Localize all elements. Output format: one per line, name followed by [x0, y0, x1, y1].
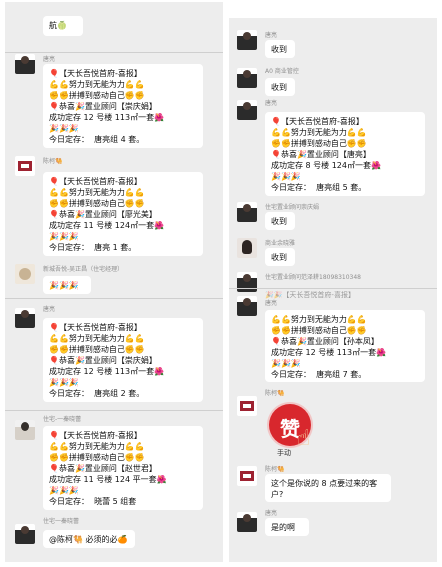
message-bubble[interactable]: 是的啊 。: [265, 518, 309, 536]
right-chat-column: 唐亮 收到 A0 商业管控 收到 唐亮 🎈【天长吾悦首府-喜报】 💪💪努力到无能…: [229, 18, 437, 562]
user-avatar[interactable]: [15, 156, 35, 176]
sender-name: 唐亮: [265, 100, 278, 107]
user-avatar[interactable]: [237, 202, 257, 222]
user-avatar[interactable]: [15, 54, 35, 74]
sender-name: 住宅一秦晓蕾: [43, 518, 80, 525]
user-avatar[interactable]: [237, 466, 257, 486]
user-avatar[interactable]: [237, 100, 257, 120]
left-chat-column: 航🍈 唐亮 🎈【天长吾悦首府-喜报】 💪💪努力到无能为力💪💪 ✊✊拼搏到感动自己…: [5, 2, 223, 562]
user-avatar[interactable]: [237, 30, 257, 50]
screenshot-divider: [229, 288, 437, 289]
sender-name: 唐亮: [265, 510, 278, 517]
partial-message-header: 🎉🎉【天长吾悦首府-喜报】: [265, 291, 355, 299]
sender-name: 唐亮: [43, 306, 56, 313]
message-bubble[interactable]: 💪💪努力到无能为力💪💪 ✊✊拼搏到感动自己✊✊ 🎈恭喜🎉置业顾问【孙本凤】 成功…: [265, 310, 425, 382]
sender-name: 陈柯🐫: [265, 466, 285, 473]
message-bubble[interactable]: 🎉🎉🎉: [43, 276, 91, 294]
sender-name: 住宅-一秦晓蕾: [43, 416, 82, 423]
message-bubble[interactable]: 🎈【天长吾悦首府-喜报】 💪💪努力到无能为力💪💪 ✊✊拼搏到感动自己✊✊ 🎈恭喜…: [43, 64, 203, 148]
message-bubble[interactable]: 收到: [265, 212, 295, 230]
user-avatar[interactable]: [237, 238, 257, 258]
sender-name: 住宅置业顾问崇庆娟: [265, 204, 320, 211]
sender-name: 新城吾悦-吴正昌（住宅经理）: [43, 266, 124, 273]
message-bubble[interactable]: 这个是你说的 8 点要过来的客 户?: [265, 474, 391, 502]
partial-message-bubble: 航🍈: [43, 16, 83, 36]
user-avatar[interactable]: [237, 272, 257, 292]
message-bubble[interactable]: 收到: [265, 40, 295, 58]
thumbs-up-sticker[interactable]: ☝ 手动: [263, 400, 333, 462]
sender-name: A0 商业管控: [265, 68, 299, 75]
user-avatar[interactable]: [237, 512, 257, 532]
message-bubble[interactable]: 🎈【天长吾悦首府-喜报】 💪💪努力到无能为力💪💪 ✊✊拼搏到感动自己✊✊ 🎈恭喜…: [43, 172, 203, 256]
left-screenshot-1: 航🍈: [5, 2, 223, 52]
sender-name: 住宅置业顾问范泽耕18098310348: [265, 274, 361, 281]
user-avatar[interactable]: [15, 524, 35, 544]
message-bubble[interactable]: 收到: [265, 78, 295, 96]
message-bubble[interactable]: 收到: [265, 248, 295, 266]
message-bubble[interactable]: 🎈【天长吾悦首府-喜报】 💪💪努力到无能为力💪💪 ✊✊拼搏到感动自己✊✊ 🎈恭喜…: [43, 426, 203, 510]
sender-name: 唐亮: [43, 56, 56, 63]
message-bubble[interactable]: 🎈【天长吾悦首府-喜报】 💪💪努力到无能为力💪💪 ✊✊拼搏到感动自己✊✊ 🎈恭喜…: [43, 318, 203, 402]
user-avatar[interactable]: [15, 264, 35, 284]
pointing-hand-icon: ☝: [297, 426, 311, 451]
sender-name: 商业余晓雅: [265, 240, 296, 247]
user-avatar[interactable]: [15, 308, 35, 328]
user-avatar[interactable]: [237, 296, 257, 316]
sender-name: 陈柯🐫: [265, 390, 285, 397]
chat-collage: 航🍈 唐亮 🎈【天长吾悦首府-喜报】 💪💪努力到无能为力💪💪 ✊✊拼搏到感动自己…: [0, 0, 442, 567]
message-bubble[interactable]: 🎈【天长吾悦首府-喜报】 💪💪努力到无能为力💪💪 ✊✊拼搏到感动自己✊✊ 🎈恭喜…: [265, 112, 425, 196]
screenshot-divider: [5, 298, 223, 299]
user-avatar[interactable]: [15, 420, 35, 440]
sticker-caption: 手动: [277, 449, 291, 457]
sender-name: 唐亮: [265, 300, 278, 307]
user-avatar[interactable]: [237, 68, 257, 88]
sender-name: 唐亮: [265, 32, 278, 39]
sender-name: 陈柯🐫: [43, 158, 63, 165]
message-bubble[interactable]: @陈柯🐫 必须的必🍊: [43, 530, 135, 548]
screenshot-divider: [5, 52, 223, 53]
user-avatar[interactable]: [237, 396, 257, 416]
screenshot-divider: [5, 410, 223, 411]
